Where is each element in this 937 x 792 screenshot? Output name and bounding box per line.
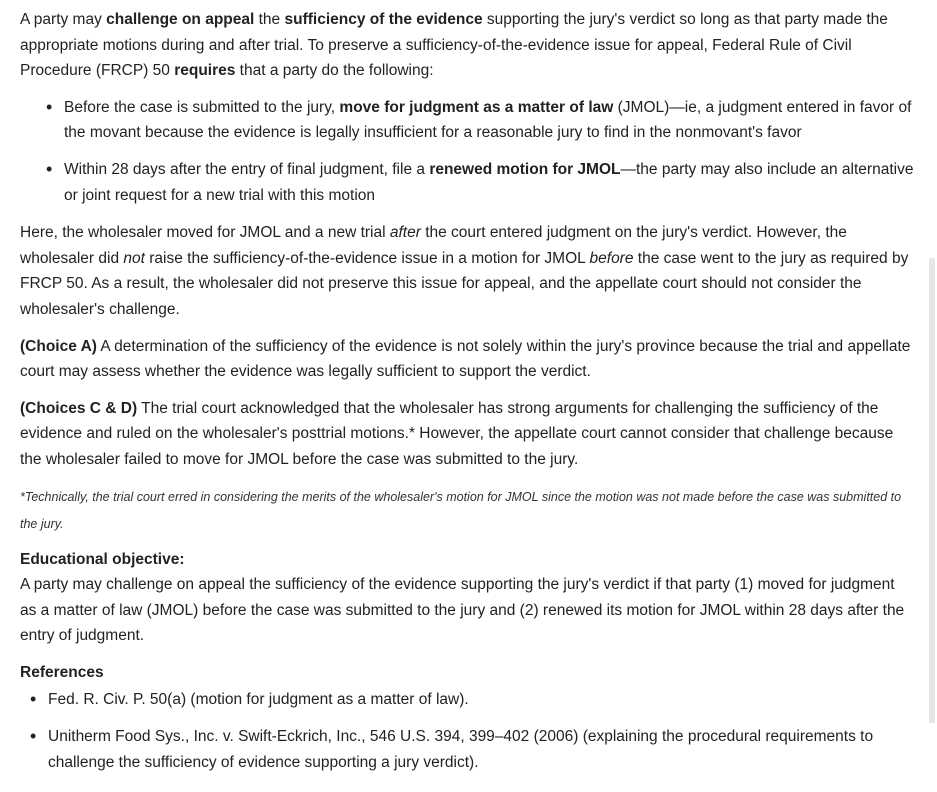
analysis-text-1: Here, the wholesaler moved for JMOL and … <box>20 224 390 242</box>
step-1-text-1: Before the case is submitted to the jury… <box>64 98 340 116</box>
list-item: Within 28 days after the entry of final … <box>46 157 915 208</box>
intro-bold-1: challenge on appeal <box>106 11 255 28</box>
intro-bold-2: sufficiency of the evidence <box>284 11 483 28</box>
intro-text-1: A party may <box>20 11 107 28</box>
analysis-italic-3: before <box>589 249 634 267</box>
intro-bold-3: requires <box>174 62 236 80</box>
list-item: Fed. R. Civ. P. 50(a) (motion for judgme… <box>30 687 915 713</box>
list-item: Before the case is submitted to the jury… <box>46 95 915 146</box>
analysis-text-3: raise the sufficiency-of-the-evidence is… <box>144 249 590 267</box>
step-2-text-1: Within 28 days after the entry of final … <box>64 160 430 178</box>
choice-cd-paragraph: (Choices C & D) The trial court acknowle… <box>20 396 915 473</box>
intro-paragraph: A party may challenge on appeal the suff… <box>20 7 915 84</box>
scrollbar[interactable] <box>929 258 935 723</box>
intro-text-4: that a party do the following: <box>235 62 434 80</box>
step-2-bold: renewed motion for JMOL <box>429 160 621 178</box>
educational-objective-heading: Educational objective: <box>20 550 185 568</box>
step-1-bold: move for judgment as a matter of law <box>339 98 614 116</box>
explanation-content: A party may challenge on appeal the suff… <box>20 7 915 786</box>
analysis-paragraph: Here, the wholesaler moved for JMOL and … <box>20 220 915 322</box>
choice-a-label: (Choice A) <box>20 337 97 355</box>
list-item: Unitherm Food Sys., Inc. v. Swift-Eckric… <box>30 724 915 775</box>
choice-a-paragraph: (Choice A) A determination of the suffic… <box>20 334 915 385</box>
footnote: *Technically, the trial court erred in c… <box>20 489 902 531</box>
choice-cd-text: The trial court acknowledged that the wh… <box>20 399 894 468</box>
analysis-italic-2: not <box>123 249 145 267</box>
choice-cd-label: (Choices C & D) <box>20 399 138 417</box>
educational-objective-text: A party may challenge on appeal the suff… <box>20 576 905 645</box>
frcp-steps-list: Before the case is submitted to the jury… <box>20 95 915 208</box>
references-list: Fed. R. Civ. P. 50(a) (motion for judgme… <box>20 687 915 775</box>
intro-text-2: the <box>254 11 285 28</box>
references-heading: References <box>20 663 104 681</box>
choice-a-text: A determination of the sufficiency of th… <box>20 337 911 381</box>
analysis-italic-1: after <box>389 224 421 242</box>
